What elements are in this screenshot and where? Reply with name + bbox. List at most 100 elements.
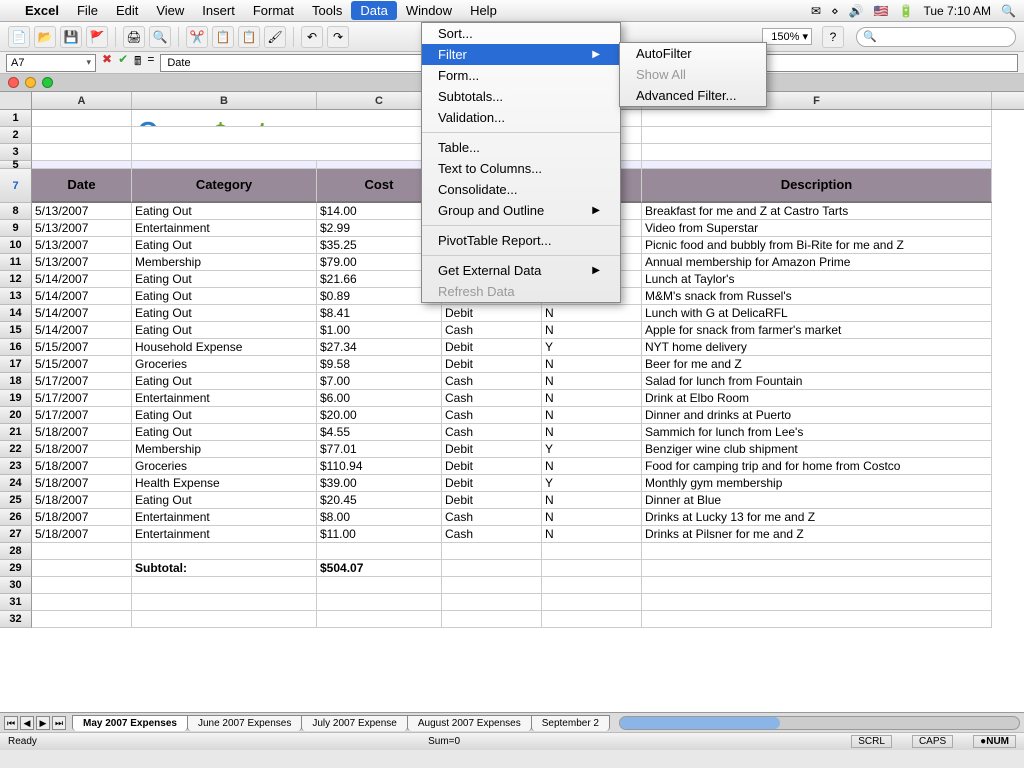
row-header[interactable]: 10 <box>0 237 32 254</box>
sheet-nav-next[interactable]: ▶ <box>36 716 50 730</box>
cell[interactable]: 5/14/2007 <box>32 322 132 339</box>
undo-button[interactable]: ↶ <box>301 26 323 48</box>
menu-item-text-to-columns-[interactable]: Text to Columns... <box>422 158 620 179</box>
cell[interactable] <box>317 594 442 611</box>
zoom-window-button[interactable] <box>42 77 53 88</box>
row-header[interactable]: 20 <box>0 407 32 424</box>
cell[interactable]: Cash <box>442 322 542 339</box>
cell[interactable]: Lunch with G at DelicaRFL <box>642 305 992 322</box>
cell[interactable]: Y <box>542 441 642 458</box>
sheet-tab[interactable]: August 2007 Expenses <box>407 715 532 731</box>
menu-insert[interactable]: Insert <box>193 1 244 20</box>
row-header[interactable]: 27 <box>0 526 32 543</box>
cell[interactable]: Eating Out <box>132 373 317 390</box>
minimize-window-button[interactable] <box>25 77 36 88</box>
cell[interactable]: 5/13/2007 <box>32 254 132 271</box>
row-header[interactable]: 24 <box>0 475 32 492</box>
cell[interactable] <box>542 543 642 560</box>
cell[interactable]: N <box>542 356 642 373</box>
cell[interactable]: 5/18/2007 <box>32 475 132 492</box>
cell[interactable] <box>642 611 992 628</box>
cell[interactable] <box>642 577 992 594</box>
row-header[interactable]: 1 <box>0 110 32 127</box>
cell[interactable]: Salad for lunch from Fountain <box>642 373 992 390</box>
cell[interactable]: Eating Out <box>132 271 317 288</box>
cell[interactable] <box>442 543 542 560</box>
cell[interactable]: Lunch at Taylor's <box>642 271 992 288</box>
cell[interactable]: Eating Out <box>132 424 317 441</box>
cell[interactable]: NYT home delivery <box>642 339 992 356</box>
cell[interactable]: 5/15/2007 <box>32 356 132 373</box>
sheet-nav-prev[interactable]: ◀ <box>20 716 34 730</box>
cell[interactable]: Debit <box>442 441 542 458</box>
cell[interactable]: Debit <box>442 492 542 509</box>
format-painter-button[interactable]: 🖌 <box>264 26 286 48</box>
cut-button[interactable]: ✂️ <box>186 26 208 48</box>
menu-item-form-[interactable]: Form... <box>422 65 620 86</box>
cell[interactable]: 5/18/2007 <box>32 458 132 475</box>
cell[interactable]: N <box>542 509 642 526</box>
cell[interactable]: M&M's snack from Russel's <box>642 288 992 305</box>
submenu-item-autofilter[interactable]: AutoFilter <box>620 43 766 64</box>
cell[interactable]: 5/17/2007 <box>32 373 132 390</box>
cell[interactable] <box>542 560 642 577</box>
row-header[interactable]: 21 <box>0 424 32 441</box>
cell[interactable]: $7.00 <box>317 373 442 390</box>
cell[interactable]: Debit <box>442 305 542 322</box>
cell[interactable]: Health Expense <box>132 475 317 492</box>
row-header[interactable]: 29 <box>0 560 32 577</box>
redo-button[interactable]: ↷ <box>327 26 349 48</box>
cell[interactable]: $8.00 <box>317 509 442 526</box>
cell[interactable] <box>317 577 442 594</box>
cell[interactable]: N <box>542 305 642 322</box>
row-header[interactable]: 2 <box>0 127 32 144</box>
cell[interactable]: Debit <box>442 475 542 492</box>
sheet-tab[interactable]: July 2007 Expense <box>301 715 408 731</box>
row-header[interactable]: 12 <box>0 271 32 288</box>
cell[interactable] <box>642 560 992 577</box>
cell[interactable]: Cash <box>442 526 542 543</box>
menu-item-consolidate-[interactable]: Consolidate... <box>422 179 620 200</box>
cell[interactable]: 5/13/2007 <box>32 220 132 237</box>
cell[interactable]: Sammich for lunch from Lee's <box>642 424 992 441</box>
cell[interactable]: 5/17/2007 <box>32 407 132 424</box>
open-button[interactable]: 📂 <box>34 26 56 48</box>
cell[interactable]: N <box>542 424 642 441</box>
menu-item-sort-[interactable]: Sort... <box>422 23 620 44</box>
cell[interactable] <box>442 560 542 577</box>
cell[interactable]: N <box>542 526 642 543</box>
cell[interactable]: 5/13/2007 <box>32 237 132 254</box>
row-header[interactable]: 9 <box>0 220 32 237</box>
save-button[interactable]: 💾 <box>60 26 82 48</box>
row-header[interactable]: 25 <box>0 492 32 509</box>
cell[interactable] <box>32 577 132 594</box>
cell[interactable] <box>32 543 132 560</box>
toolbar-search[interactable]: 🔍 <box>856 27 1016 47</box>
mail-icon[interactable]: ✉︎ <box>811 4 821 18</box>
wifi-icon[interactable]: ⋄ <box>831 4 839 18</box>
row-header[interactable]: 17 <box>0 356 32 373</box>
row-header[interactable]: 14 <box>0 305 32 322</box>
cell[interactable]: Entertainment <box>132 220 317 237</box>
menu-item-table-[interactable]: Table... <box>422 137 620 158</box>
cell[interactable]: Drinks at Pilsner for me and Z <box>642 526 992 543</box>
col-header-B[interactable]: B <box>132 92 317 109</box>
cell[interactable]: Picnic food and bubbly from Bi-Rite for … <box>642 237 992 254</box>
cell[interactable]: 5/18/2007 <box>32 526 132 543</box>
copy-button[interactable]: 📋 <box>212 26 234 48</box>
flag-icon[interactable]: 🇺🇸 <box>874 4 889 18</box>
cell[interactable] <box>442 611 542 628</box>
cell[interactable]: $4.55 <box>317 424 442 441</box>
row-header[interactable]: 8 <box>0 203 32 220</box>
cell[interactable] <box>317 543 442 560</box>
cell[interactable]: N <box>542 390 642 407</box>
cell[interactable]: Cash <box>442 390 542 407</box>
cell[interactable]: Membership <box>132 441 317 458</box>
cell[interactable]: Breakfast for me and Z at Castro Tarts <box>642 203 992 220</box>
cell[interactable]: Eating Out <box>132 407 317 424</box>
cell[interactable]: 5/18/2007 <box>32 492 132 509</box>
menu-help[interactable]: Help <box>461 1 506 20</box>
menu-item-get-external-data[interactable]: Get External Data▶ <box>422 260 620 281</box>
paste-button[interactable]: 📋 <box>238 26 260 48</box>
cell[interactable]: Debit <box>442 356 542 373</box>
